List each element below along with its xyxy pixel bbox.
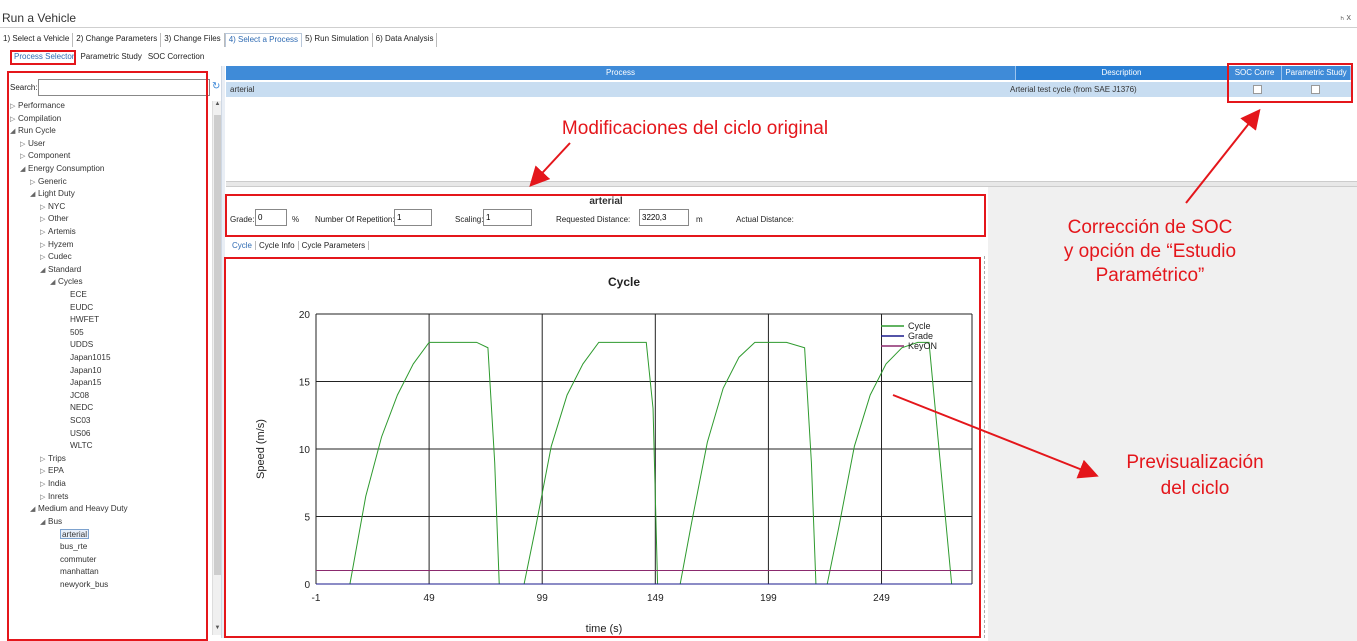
arrow-to-soc — [1185, 108, 1261, 204]
arrow-to-parameters — [529, 142, 571, 187]
arrow-to-preview — [892, 394, 1099, 479]
annotation-arrows — [529, 108, 1261, 479]
app-window: Run a Vehicle ₕ x 1) Select a Vehicle 2)… — [0, 0, 1357, 641]
